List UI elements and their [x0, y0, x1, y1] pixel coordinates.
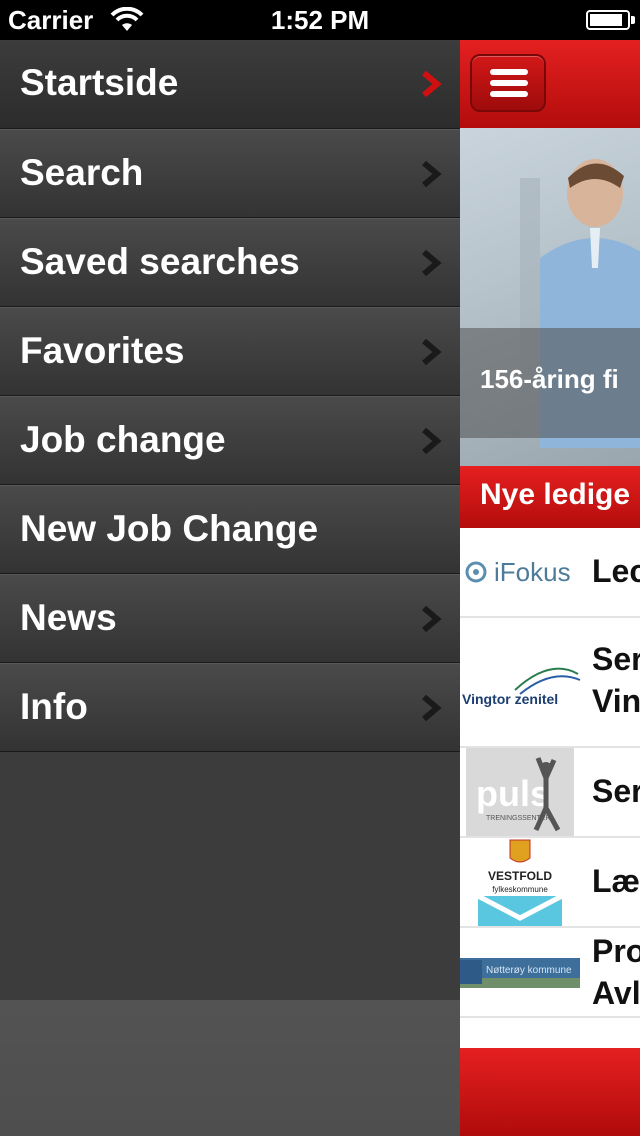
menu-item-label: Info: [20, 686, 88, 727]
menu-item-news[interactable]: News: [0, 574, 460, 663]
side-menu: Startside Search Saved searches Favorite…: [0, 40, 460, 1136]
job-title-line2: Avl: [592, 975, 640, 1011]
menu-item-label: Favorites: [20, 330, 185, 371]
company-logo: VESTFOLD fylkeskommune: [476, 839, 564, 926]
chevron-right-icon: [422, 160, 442, 188]
hero-caption-text: 156-åring fi: [480, 364, 619, 394]
status-bar: Carrier 1:52 PM: [0, 0, 640, 40]
bottom-toolbar: [460, 1048, 640, 1136]
job-list-item[interactable]: Nøtterøy kommune Pro Avl: [460, 928, 640, 1018]
menu-toggle-button[interactable]: [470, 54, 546, 112]
job-title: Pro: [592, 933, 640, 969]
menu-footer: [0, 1000, 460, 1136]
menu-item-favorites[interactable]: Favorites: [0, 307, 460, 396]
menu-item-label: Search: [20, 152, 144, 193]
section-title: Nye ledige: [480, 478, 631, 511]
menu-item-label: Job change: [20, 419, 226, 460]
section-header: Nye ledige: [460, 466, 640, 528]
company-logo: puls TRENINGSSENTER: [466, 748, 574, 836]
menu-item-label: News: [20, 597, 117, 638]
menu-item-search[interactable]: Search: [0, 129, 460, 218]
main-content[interactable]: 156-åring fi Nye ledige iFokus Lec Vingt…: [460, 40, 640, 1136]
job-title-line2: Vin: [592, 683, 640, 719]
menu-item-job-change[interactable]: Job change: [0, 396, 460, 485]
job-title: Læ: [592, 863, 640, 899]
svg-text:puls: puls: [476, 773, 550, 814]
job-list-item[interactable]: iFokus Lec: [460, 528, 640, 618]
nav-bar: [460, 40, 640, 128]
chevron-right-icon: [422, 605, 442, 633]
chevron-right-icon: [422, 70, 442, 98]
menu-item-label: Startside: [20, 62, 179, 103]
menu-item-saved-searches[interactable]: Saved searches: [0, 218, 460, 307]
chevron-right-icon: [422, 427, 442, 455]
hamburger-icon: [490, 91, 528, 97]
hamburger-icon: [490, 80, 528, 86]
job-list-item[interactable]: Vingtor zenitel Ser Vin: [460, 618, 640, 748]
menu-item-label: New Job Change: [20, 508, 319, 549]
svg-text:Vingtor zenitel: Vingtor zenitel: [462, 691, 558, 707]
chevron-right-icon: [422, 249, 442, 277]
job-title: Lec: [592, 553, 640, 589]
company-logo: Nøtterøy kommune: [460, 958, 580, 988]
menu-empty-area: [0, 752, 460, 1000]
hamburger-icon: [490, 69, 528, 75]
svg-text:Nøtterøy kommune: Nøtterøy kommune: [486, 965, 572, 976]
menu-item-info[interactable]: Info: [0, 663, 460, 752]
job-title: Ser: [592, 773, 640, 809]
company-logo: Vingtor zenitel: [462, 667, 581, 707]
menu-item-startside[interactable]: Startside: [0, 40, 460, 129]
menu-item-new-job-change[interactable]: New Job Change: [0, 485, 460, 574]
svg-text:fylkeskommune: fylkeskommune: [492, 885, 548, 894]
chevron-right-icon: [422, 338, 442, 366]
status-time: 1:52 PM: [270, 5, 370, 35]
job-list-item[interactable]: VESTFOLD fylkeskommune Læ: [460, 838, 640, 928]
svg-text:TRENINGSSENTER: TRENINGSSENTER: [486, 815, 551, 822]
company-logo: iFokus: [465, 557, 571, 587]
battery-icon: [586, 10, 635, 30]
job-list-item[interactable]: puls TRENINGSSENTER Ser: [460, 748, 640, 838]
featured-news-item[interactable]: 156-åring fi: [460, 128, 640, 466]
chevron-right-icon: [422, 694, 442, 722]
svg-text:iFokus: iFokus: [494, 557, 571, 587]
svg-text:VESTFOLD: VESTFOLD: [488, 869, 552, 883]
job-title: Ser: [592, 641, 640, 677]
menu-item-label: Saved searches: [20, 241, 300, 282]
